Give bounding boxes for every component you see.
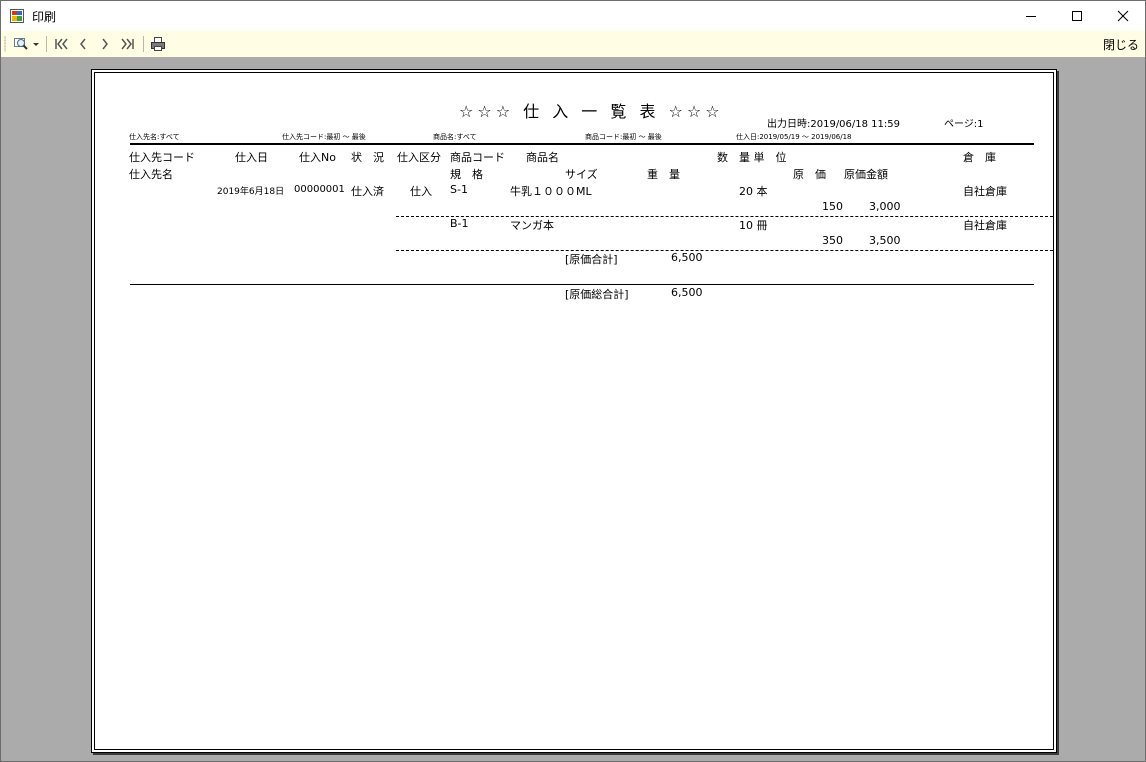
preview-area[interactable]: ☆☆☆ 仕 入 一 覧 表 ☆☆☆ 出力日時:2019/06/18 11:59 … <box>1 57 1145 761</box>
line-qty-unit: 10 冊 <box>739 219 768 232</box>
col-status: 状 況 <box>351 151 384 164</box>
col-size: サイズ <box>565 168 598 181</box>
filter-product-code: 商品コード:最初 ～ 最後 <box>585 133 662 141</box>
zoom-dropdown-button[interactable] <box>11 34 43 54</box>
close-window-button[interactable] <box>1100 1 1145 31</box>
col-cost: 原 価 <box>793 168 826 181</box>
row-separator <box>396 216 1053 217</box>
header-rule <box>130 143 1034 145</box>
app-icon <box>10 9 24 23</box>
next-page-icon <box>102 38 108 50</box>
row-separator <box>396 250 1053 251</box>
previous-page-icon <box>80 38 86 50</box>
col-purchase-type: 仕入区分 <box>397 151 441 164</box>
previous-page-button[interactable] <box>74 34 92 54</box>
col-product-code: 商品コード <box>450 151 505 164</box>
magnifier-icon <box>14 38 39 50</box>
line-warehouse: 自社倉庫 <box>963 219 1007 232</box>
filter-purchase-date: 仕入日:2019/05/19 ～ 2019/06/18 <box>736 133 852 141</box>
subtotal-label: [原価合計] <box>565 253 618 266</box>
line-cost-amount: 3,500 <box>869 234 901 247</box>
col-cost-amount: 原価金額 <box>844 168 888 181</box>
line-qty-unit: 20 本 <box>739 185 768 198</box>
next-page-button[interactable] <box>96 34 114 54</box>
col-product-name: 商品名 <box>526 151 559 164</box>
last-page-button[interactable] <box>118 34 138 54</box>
close-preview-button[interactable]: 閉じる <box>1103 36 1139 53</box>
output-datetime: 出力日時:2019/06/18 11:59 <box>767 119 901 130</box>
printer-icon <box>151 37 165 51</box>
print-button[interactable] <box>148 34 168 54</box>
col-supplier-name: 仕入先名 <box>129 168 173 181</box>
minimize-button[interactable] <box>1008 1 1054 31</box>
page-number: ページ:1 <box>944 119 984 130</box>
line-product-code: S-1 <box>450 183 468 196</box>
title-bar: 印刷 <box>1 1 1145 31</box>
toolbar-separator <box>46 36 47 52</box>
window-title: 印刷 <box>32 10 57 24</box>
filter-product-name: 商品名:すべて <box>433 133 477 141</box>
slip-no: 00000001 <box>294 184 345 195</box>
col-purchase-date: 仕入日 <box>235 151 268 164</box>
line-product-name: 牛乳１０００ML <box>510 185 592 198</box>
minimize-icon <box>1026 16 1036 17</box>
report-page: ☆☆☆ 仕 入 一 覧 表 ☆☆☆ 出力日時:2019/06/18 11:59 … <box>91 69 1057 753</box>
maximize-button[interactable] <box>1054 1 1100 31</box>
col-purchase-no: 仕入No <box>299 151 336 164</box>
filter-supplier-code: 仕入先コード:最初 ～ 最後 <box>282 133 366 141</box>
close-icon <box>1117 10 1129 22</box>
slip-type: 仕入 <box>410 185 432 198</box>
line-product-name: マンガ本 <box>510 219 554 232</box>
grand-total-value: 6,500 <box>671 286 703 299</box>
grand-total-label: [原価総合計] <box>565 288 629 301</box>
line-cost: 350 <box>822 234 843 247</box>
print-preview-window: 印刷 閉じる ☆☆☆ 仕 入 一 覧 表 ☆☆☆ 出力日時:2019/06/18… <box>0 0 1146 762</box>
line-cost: 150 <box>822 200 843 213</box>
preview-toolbar: 閉じる <box>1 31 1145 57</box>
first-page-icon <box>55 38 68 50</box>
col-warehouse: 倉 庫 <box>963 151 996 164</box>
toolbar-grip[interactable] <box>4 36 6 52</box>
page-border: ☆☆☆ 仕 入 一 覧 表 ☆☆☆ 出力日時:2019/06/18 11:59 … <box>94 72 1054 750</box>
maximize-icon <box>1072 11 1082 21</box>
slip-status: 仕入済 <box>351 185 384 198</box>
subtotal-value: 6,500 <box>671 251 703 264</box>
toolbar-separator <box>143 36 144 52</box>
col-quantity-unit: 数 量 単 位 <box>717 151 787 164</box>
total-rule <box>130 284 1034 285</box>
col-supplier-code: 仕入先コード <box>129 151 195 164</box>
filter-supplier-name: 仕入先名:すべて <box>129 133 180 141</box>
first-page-button[interactable] <box>51 34 71 54</box>
slip-date: 2019年6月18日 <box>217 187 285 197</box>
last-page-icon <box>121 38 134 50</box>
report-title: ☆☆☆ 仕 入 一 覧 表 ☆☆☆ <box>459 102 724 121</box>
line-warehouse: 自社倉庫 <box>963 185 1007 198</box>
col-spec: 規 格 <box>450 168 483 181</box>
col-weight: 重 量 <box>647 168 680 181</box>
line-cost-amount: 3,000 <box>869 200 901 213</box>
line-product-code: B-1 <box>450 217 469 230</box>
